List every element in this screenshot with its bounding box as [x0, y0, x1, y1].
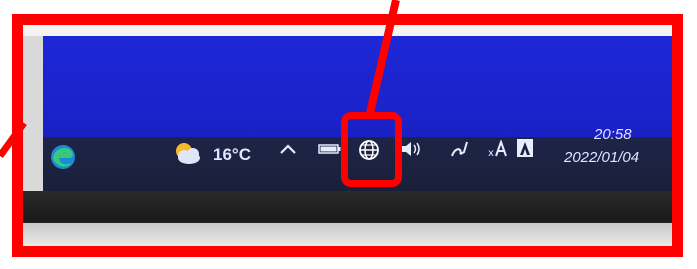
pointer-lines	[0, 0, 400, 159]
